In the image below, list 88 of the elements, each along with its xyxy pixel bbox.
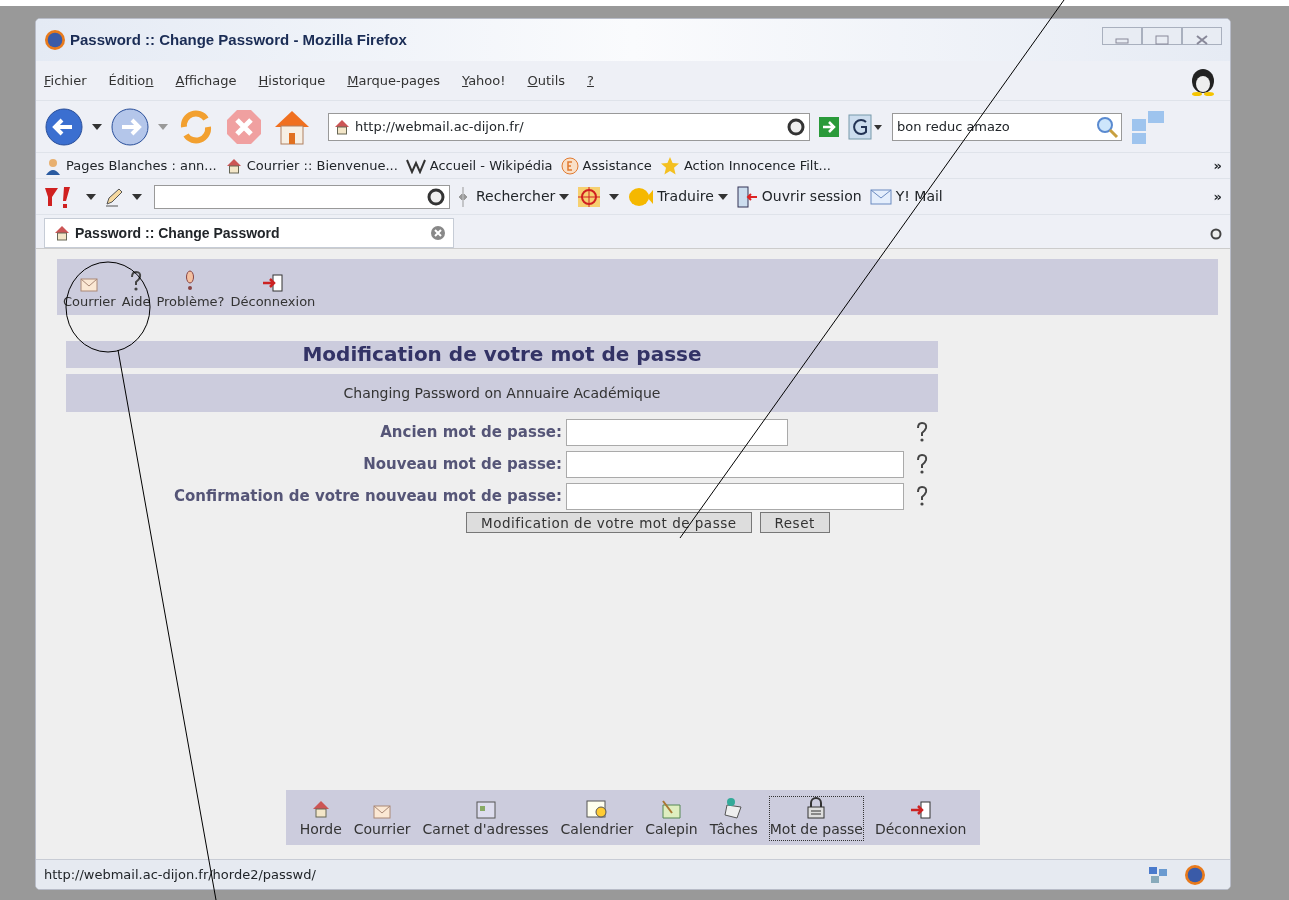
star-icon[interactable] xyxy=(659,155,680,176)
pin-note-icon[interactable] xyxy=(722,797,745,819)
dropdown-arrow-icon xyxy=(559,193,570,200)
toolbar-button[interactable]: Traduire xyxy=(627,185,728,208)
tiles-icon[interactable] xyxy=(1130,108,1166,145)
globe-icon xyxy=(1184,863,1206,886)
toolbar-button[interactable]: Rechercher xyxy=(476,186,570,207)
window-title: Password :: Change Password - Mozilla Firefox xyxy=(70,29,407,50)
help-icon[interactable] xyxy=(914,485,930,507)
windows-icon[interactable] xyxy=(1148,865,1168,884)
nav-link[interactable]: Calendrier xyxy=(559,798,635,841)
menu-item[interactable]: Fichier xyxy=(44,70,87,91)
nav-link[interactable]: Déconnexion xyxy=(230,273,316,311)
dropdown-arrow-icon xyxy=(717,193,728,200)
password-input[interactable] xyxy=(566,450,904,478)
dropdown-arrow-icon[interactable] xyxy=(92,123,102,130)
dropdown-arrow-icon[interactable] xyxy=(132,193,142,200)
exclamation-icon[interactable] xyxy=(184,269,197,292)
notepad-icon[interactable] xyxy=(660,799,683,819)
exit-door-icon[interactable] xyxy=(261,273,284,292)
bookmark-link[interactable]: Accueil - Wikipédia xyxy=(405,155,553,176)
bookmark-link[interactable]: Pages Blanches : ann... xyxy=(44,155,217,176)
list-tabs-icon[interactable] xyxy=(1210,228,1222,240)
nav-link[interactable]: Courrier xyxy=(352,804,412,841)
menu-item[interactable]: Outils xyxy=(527,70,566,91)
menu-item[interactable]: Historique xyxy=(258,70,326,91)
person-icon[interactable] xyxy=(44,156,62,175)
grip-icon[interactable] xyxy=(458,186,468,207)
crosshair-icon[interactable] xyxy=(577,185,602,208)
nav-link[interactable]: Problème? xyxy=(156,269,225,311)
go-icon[interactable] xyxy=(818,115,840,138)
bookmark-link[interactable]: Assistance xyxy=(560,155,652,176)
dropdown-circle-icon[interactable] xyxy=(427,187,445,206)
exit-door-icon[interactable] xyxy=(909,801,932,819)
home-icon xyxy=(53,224,71,242)
padlock-icon[interactable] xyxy=(806,797,827,819)
letter-w-icon[interactable] xyxy=(405,157,426,174)
nav-link[interactable]: Calepin xyxy=(644,798,699,841)
nav-link[interactable]: Carnet d'adresses xyxy=(421,800,550,841)
badge-e-icon[interactable] xyxy=(560,156,579,175)
help-icon[interactable] xyxy=(914,453,930,475)
dropdown-circle-icon[interactable] xyxy=(787,117,805,136)
bookmark-link[interactable]: Courrier :: Bienvenue... xyxy=(224,155,398,176)
nav-link[interactable]: Déconnexion xyxy=(873,800,968,841)
minimize-icon xyxy=(1115,36,1129,45)
password-input[interactable] xyxy=(566,482,904,510)
page-subheading: Changing Password on Annuaire Académique xyxy=(66,374,938,412)
password-input[interactable] xyxy=(566,418,788,446)
toolbar-button[interactable]: Ouvrir session xyxy=(735,185,862,208)
close-icon[interactable] xyxy=(431,226,445,240)
calendar-icon[interactable] xyxy=(585,799,608,819)
dropdown-arrow-icon[interactable] xyxy=(86,193,96,200)
home-icon xyxy=(333,117,351,136)
nav-link[interactable]: Tâches xyxy=(708,796,759,841)
nav-link[interactable]: Horde xyxy=(298,798,343,841)
globe-icon xyxy=(44,29,66,51)
close-button[interactable] xyxy=(1182,27,1222,45)
menu-item[interactable]: Yahoo! xyxy=(462,70,506,91)
envelope-icon[interactable] xyxy=(80,277,99,292)
form-button[interactable]: Reset xyxy=(759,512,830,533)
forward-icon[interactable] xyxy=(110,106,150,147)
nav-link[interactable]: Mot de passe xyxy=(768,796,864,841)
address-field[interactable]: http://webmail.ac-dijon.fr/ xyxy=(328,112,810,141)
address-book-icon[interactable] xyxy=(475,801,496,819)
search-field[interactable] xyxy=(154,184,450,209)
field-label: Ancien mot de passe: xyxy=(379,421,563,443)
form-button[interactable]: Modification de votre mot de passe xyxy=(466,512,752,533)
maximize-icon xyxy=(1155,35,1169,46)
bookmark-link[interactable]: Action Innocence Filt... xyxy=(659,155,831,176)
envelope-icon[interactable] xyxy=(869,188,892,205)
pencil-icon[interactable] xyxy=(104,186,124,207)
envelope-icon[interactable] xyxy=(373,805,392,819)
dropdown-arrow-icon[interactable] xyxy=(609,193,620,200)
field-label: Confirmation de votre nouveau mot de passe: xyxy=(173,485,563,507)
overflow-chevron[interactable]: » xyxy=(1213,186,1222,207)
menu-item[interactable]: Édition xyxy=(108,70,154,91)
overflow-chevron[interactable]: » xyxy=(1213,155,1222,176)
search-engine-icon[interactable] xyxy=(848,113,884,140)
menu-item[interactable]: Affichage xyxy=(175,70,237,91)
browser-tab[interactable]: Password :: Change Password xyxy=(44,218,454,248)
help-icon[interactable] xyxy=(914,421,930,443)
door-icon[interactable] xyxy=(735,185,758,208)
menu-item[interactable]: ? xyxy=(587,70,594,91)
page-heading: Modification de votre mot de passe xyxy=(66,341,938,368)
back-icon[interactable] xyxy=(44,106,84,147)
field-label: Nouveau mot de passe: xyxy=(362,453,563,475)
menu-item[interactable]: Marque-pages xyxy=(347,70,440,91)
close-icon xyxy=(1195,35,1209,46)
